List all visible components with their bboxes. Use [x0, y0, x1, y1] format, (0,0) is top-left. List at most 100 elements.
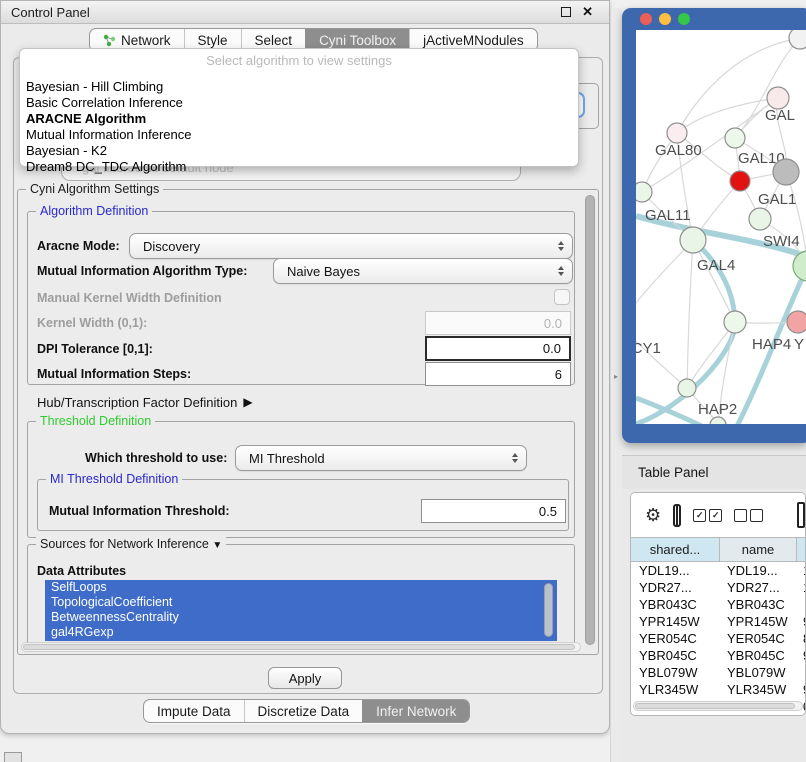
table-panel-titlebar[interactable]: Table Panel: [622, 455, 806, 489]
application-root: Control Panel ✕ Network Style Select Cyn…: [0, 0, 806, 762]
window-minimize-traffic-icon[interactable]: [659, 13, 671, 25]
apply-button[interactable]: Apply: [268, 667, 342, 689]
settings-gear-icon[interactable]: ⚙: [645, 506, 661, 524]
hub-section-toggle[interactable]: Hub/Transcription Factor Definition ▶: [37, 393, 253, 411]
network-node[interactable]: [680, 227, 706, 253]
table-cell: YLR345W: [719, 682, 795, 697]
network-node[interactable]: [730, 171, 750, 191]
table-rows: YDL19...YDL19...13YDR27...YDR27...12YBR0…: [631, 562, 805, 715]
network-node[interactable]: [773, 159, 799, 185]
table-cell: YDL19...: [631, 563, 719, 578]
table-cell: 13: [795, 563, 805, 578]
algorithm-option-list: Bayesian - Hill ClimbingBasic Correlatio…: [20, 71, 578, 175]
dpi-tolerance-field[interactable]: 0.0: [425, 336, 571, 361]
table-mode-icon[interactable]: [797, 502, 805, 528]
network-node[interactable]: [789, 27, 806, 49]
network-node[interactable]: [725, 128, 745, 148]
table-row[interactable]: YER054CYER054C8.: [631, 630, 805, 647]
table-row[interactable]: YDR27...YDR27...12: [631, 579, 805, 596]
mi-type-combo[interactable]: Naive Bayes: [273, 258, 573, 284]
tab-infer-network[interactable]: Infer Network: [362, 700, 469, 722]
sources-group-title[interactable]: Sources for Network Inference ▼: [36, 537, 226, 551]
settings-hscrollbar[interactable]: [21, 642, 581, 652]
attributes-scrollbar-thumb[interactable]: [544, 583, 553, 637]
table-cell: YBL079W: [719, 665, 795, 680]
cyni-bottom-tabbar: Impute Data Discretize Data Infer Networ…: [143, 699, 470, 723]
settings-scrollbar[interactable]: [584, 193, 597, 651]
column-header-shared-name[interactable]: shared...: [631, 538, 720, 561]
network-node-label: HAP2: [698, 401, 737, 418]
close-icon[interactable]: ✕: [582, 7, 593, 17]
network-node[interactable]: [678, 379, 696, 397]
table-row[interactable]: YDL19...YDL19...13: [631, 562, 805, 579]
window-close-traffic-icon[interactable]: [640, 13, 652, 25]
tab-discretize-data[interactable]: Discretize Data: [244, 700, 363, 722]
data-attribute-item[interactable]: SelfLoops: [45, 580, 557, 595]
mi-steps-field[interactable]: 6: [425, 362, 571, 386]
network-node[interactable]: [749, 208, 771, 230]
column-selector-icon[interactable]: [673, 504, 681, 527]
table-hscrollbar-thumb[interactable]: [635, 703, 795, 709]
minimized-panel-icon[interactable]: [4, 752, 22, 762]
algorithm-option[interactable]: Bayesian - K2: [20, 143, 578, 159]
control-panel-title: Control Panel: [11, 5, 90, 20]
algorithm-option[interactable]: Basic Correlation Inference: [20, 95, 578, 111]
table-cell: YER054C: [631, 631, 719, 646]
column-header-name[interactable]: name: [720, 538, 797, 561]
algorithm-option[interactable]: Dream8 DC_TDC Algorithm: [20, 159, 578, 175]
algorithm-dropdown-prompt: Select algorithm to view settings: [20, 49, 578, 71]
network-node-label: SWI4: [763, 233, 800, 250]
data-attribute-item[interactable]: TopologicalCoefficient: [45, 595, 557, 610]
table-cell: YPR145W: [719, 614, 795, 629]
manual-kernel-checkbox[interactable]: [554, 289, 570, 305]
window-zoom-traffic-icon[interactable]: [678, 13, 690, 25]
algorithm-option[interactable]: ARACNE Algorithm: [20, 111, 578, 127]
table-row[interactable]: YBR045CYBR045C9.: [631, 647, 805, 664]
data-attribute-item[interactable]: BetweennessCentrality: [45, 610, 557, 625]
mi-threshold-field[interactable]: 0.5: [421, 499, 566, 523]
data-attribute-item[interactable]: gal4RGexp: [45, 625, 557, 640]
table-hscrollbar[interactable]: [633, 701, 803, 711]
algorithm-dropdown-popup: Select algorithm to view settings Bayesi…: [19, 48, 579, 167]
table-header-row: shared... name: [631, 537, 805, 562]
table-cell: YER054C: [719, 631, 795, 646]
network-view-window[interactable]: GALGAL80GAL10GAL1GAL11SWI4GAL4GCY1HAP4YH…: [622, 8, 806, 443]
tab-impute-data[interactable]: Impute Data: [144, 700, 244, 722]
aracne-mode-label: Aracne Mode:: [37, 233, 120, 259]
table-row[interactable]: YLR345WYLR345W9.: [631, 681, 805, 698]
kernel-width-field[interactable]: 0.0: [425, 311, 571, 335]
algorithm-option[interactable]: Mutual Information Inference: [20, 127, 578, 143]
dpi-tolerance-label: DPI Tolerance [0,1]:: [37, 336, 153, 361]
table-panel-body: ⚙ ✓ ✓ shared... name YDL19...YDL19...13Y…: [630, 492, 806, 716]
data-attributes-list[interactable]: SelfLoopsTopologicalCoefficientBetweenne…: [45, 580, 557, 641]
aracne-mode-combo[interactable]: Discovery: [129, 233, 573, 259]
deselect-all-icon[interactable]: [734, 509, 763, 522]
network-node[interactable]: [667, 123, 687, 143]
float-window-icon[interactable]: [561, 7, 571, 17]
panel-splitter[interactable]: ▸: [610, 8, 622, 762]
network-node-label: GAL11: [645, 207, 691, 224]
network-node[interactable]: [767, 87, 789, 109]
network-node-label: GAL: [765, 107, 795, 124]
table-cell: YPR145W: [631, 614, 719, 629]
splitter-handle-icon[interactable]: ▸: [614, 372, 618, 381]
mi-steps-label: Mutual Information Steps:: [37, 362, 191, 386]
which-threshold-label: Which threshold to use:: [85, 445, 227, 471]
network-node[interactable]: [787, 311, 806, 333]
table-row[interactable]: YPR145WYPR145W9.: [631, 613, 805, 630]
column-header-partial[interactable]: [797, 538, 805, 561]
control-panel-titlebar[interactable]: Control Panel ✕: [1, 1, 609, 24]
table-row[interactable]: YBL079WYBL079W: [631, 664, 805, 681]
mi-threshold-label: Mutual Information Threshold:: [49, 499, 230, 523]
network-node-label: GAL80: [655, 142, 702, 159]
settings-hscrollbar-thumb[interactable]: [23, 644, 575, 650]
data-attributes-label: Data Attributes: [37, 563, 126, 579]
table-cell: YLR345W: [631, 682, 719, 697]
settings-scrollbar-thumb[interactable]: [585, 195, 595, 645]
table-row[interactable]: YBR043CYBR043C: [631, 596, 805, 613]
network-node[interactable]: [724, 311, 746, 333]
which-threshold-combo[interactable]: MI Threshold: [235, 445, 527, 471]
network-node-label: HAP4: [752, 336, 791, 353]
select-all-icon[interactable]: ✓ ✓: [693, 509, 722, 522]
algorithm-option[interactable]: Bayesian - Hill Climbing: [20, 79, 578, 95]
